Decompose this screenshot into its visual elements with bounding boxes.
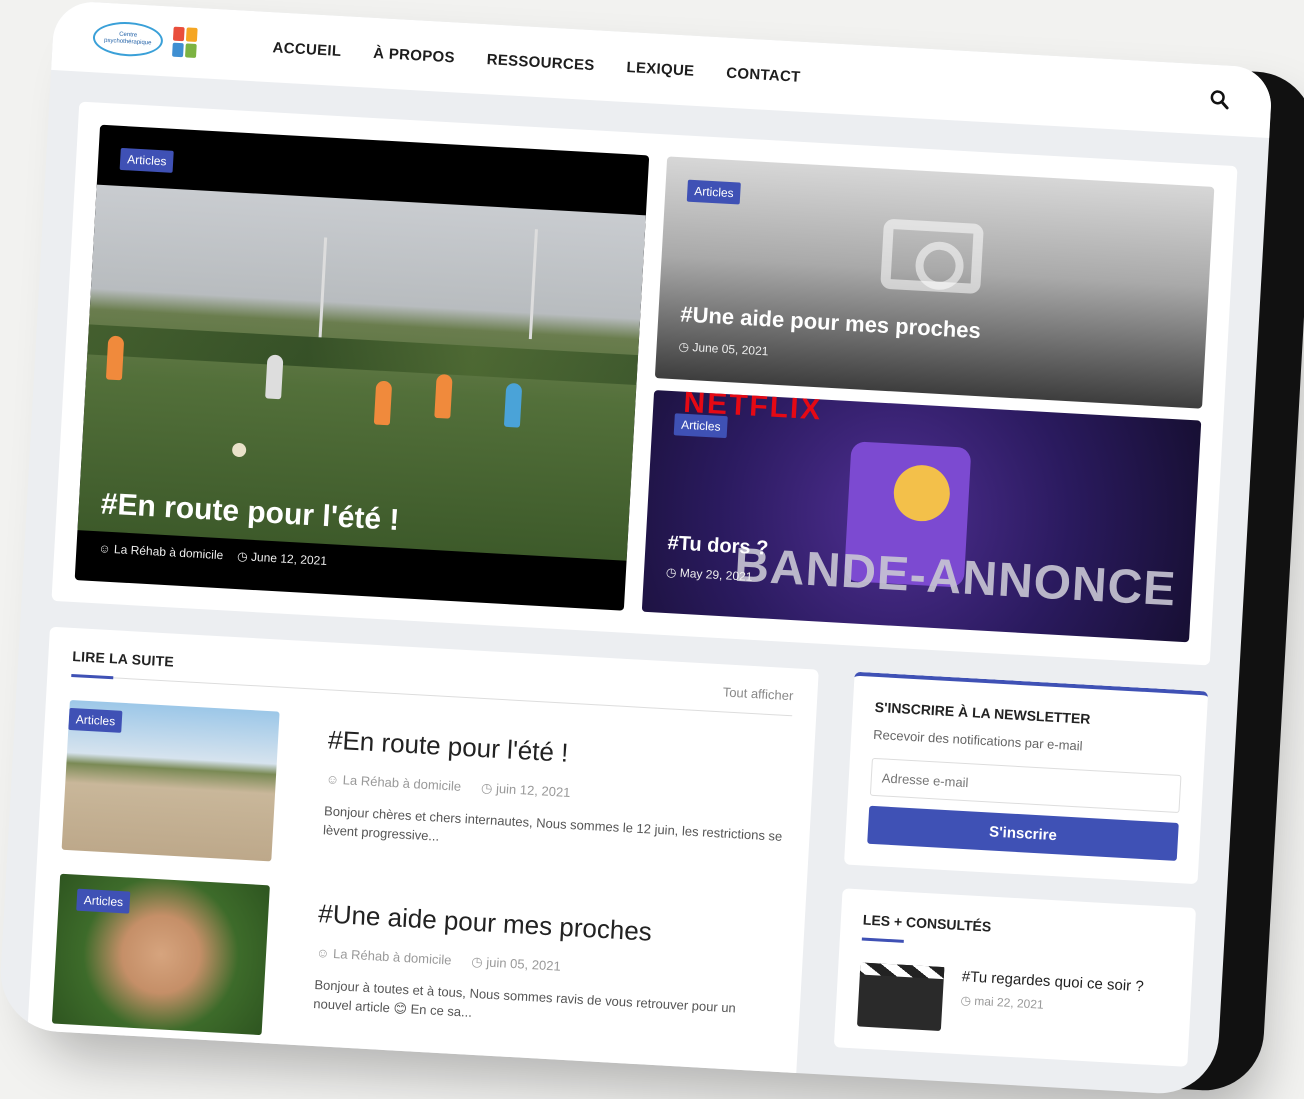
- nav-a-propos[interactable]: À PROPOS: [373, 44, 455, 66]
- featured-bottom-title[interactable]: #Tu dors ?: [667, 532, 769, 561]
- category-badge[interactable]: Articles: [119, 147, 175, 173]
- list-item[interactable]: Articles #Une aide pour mes proches ☺ La…: [51, 873, 781, 1064]
- post-excerpt: Bonjour chères et chers internautes, Nou…: [322, 803, 783, 844]
- title-underline: [71, 673, 114, 680]
- featured-main-meta: ☺ La Réhab à domicile ◷ June 12, 2021: [98, 541, 327, 568]
- title-underline: [861, 937, 904, 943]
- section-title: LIRE LA SUITE: [71, 648, 175, 670]
- post-thumbnail[interactable]: Articles: [61, 699, 280, 862]
- clock-icon: ◷ juin 05, 2021: [470, 953, 562, 974]
- content-area: LIRE LA SUITE Tout afficher Articles #En…: [26, 626, 1209, 1097]
- image-text-trailer: BANDE-ANNONCE: [733, 538, 1178, 617]
- logo-text: Centre psychothérapique: [103, 31, 152, 47]
- post-body: #En route pour l'été ! ☺ La Réhab à domi…: [321, 714, 791, 890]
- newsletter-subtitle: Recevoir des notifications par e-mail: [872, 726, 1083, 754]
- post-title[interactable]: #En route pour l'été !: [327, 724, 790, 781]
- camera-placeholder-icon: [880, 218, 984, 295]
- clock-icon: ◷ June 12, 2021: [236, 549, 328, 569]
- clock-icon: ◷ mai 22, 2021: [960, 993, 1045, 1012]
- featured-card-bottom[interactable]: NETFLIX BANDE-ANNONCE Articles #Tu dors …: [641, 390, 1202, 643]
- author-icon: ☺ La Réhab à domicile: [315, 945, 452, 968]
- clapperboard-image[interactable]: [856, 962, 945, 1032]
- browser-screen: Centre psychothérapique ACCUEIL À PROPOS…: [0, 0, 1274, 1097]
- author-icon: ☺ La Réhab à domicile: [325, 771, 462, 794]
- nav-lexique[interactable]: LEXIQUE: [626, 59, 695, 80]
- newsletter-title: S'INSCRIRE À LA NEWSLETTER: [874, 698, 1091, 727]
- post-title[interactable]: #Une aide pour mes proches: [318, 898, 781, 955]
- logo-emblem: Centre psychothérapique: [92, 20, 164, 59]
- category-badge[interactable]: Articles: [76, 888, 131, 914]
- post-thumbnail[interactable]: Articles: [51, 873, 270, 1036]
- featured-side: Articles #Une aide pour mes proches ◷ Ju…: [641, 156, 1215, 643]
- popular-widget: LES + CONSULTÉS #Tu regardes quoi ce soi…: [833, 888, 1197, 1067]
- popular-post-title[interactable]: #Tu regardes quoi ce soir ?: [961, 968, 1144, 995]
- partner-logo: [172, 26, 198, 58]
- search-icon[interactable]: [1209, 89, 1232, 112]
- read-more-section: LIRE LA SUITE Tout afficher Articles #En…: [26, 626, 819, 1090]
- featured-top-title[interactable]: #Une aide pour mes proches: [680, 301, 982, 344]
- featured-top-meta: ◷ June 05, 2021: [678, 339, 769, 358]
- category-badge[interactable]: Articles: [673, 413, 729, 439]
- nav-ressources[interactable]: RESSOURCES: [486, 51, 595, 74]
- list-item[interactable]: #Tu regardes quoi ce soir ? ◷ mai 22, 20…: [856, 962, 1170, 1043]
- clock-icon: ◷ June 05, 2021: [678, 339, 769, 359]
- post-body: #Une aide pour mes proches ☺ La Réhab à …: [311, 888, 781, 1064]
- see-all-link[interactable]: Tout afficher: [722, 684, 793, 703]
- post-excerpt: Bonjour à toutes et à tous, Nous sommes …: [312, 977, 737, 1020]
- popular-title: LES + CONSULTÉS: [862, 911, 992, 935]
- nav-contact[interactable]: CONTACT: [726, 64, 801, 85]
- nav-accueil[interactable]: ACCUEIL: [272, 39, 342, 60]
- main-nav: ACCUEIL À PROPOS RESSOURCES LEXIQUE CONT…: [272, 39, 801, 85]
- featured-main-card[interactable]: Articles #En route pour l'été ! ☺ La Réh…: [74, 124, 650, 611]
- subscribe-button[interactable]: S'inscrire: [867, 805, 1179, 861]
- author-icon: ☺ La Réhab à domicile: [98, 541, 224, 563]
- clock-icon: ◷ juin 12, 2021: [480, 780, 571, 800]
- category-badge[interactable]: Articles: [68, 707, 123, 733]
- site-logo[interactable]: Centre psychothérapique: [92, 20, 234, 62]
- featured-posts: Articles #En route pour l'été ! ☺ La Réh…: [51, 101, 1238, 666]
- email-field[interactable]: [869, 757, 1182, 814]
- featured-card-top[interactable]: Articles #Une aide pour mes proches ◷ Ju…: [654, 156, 1215, 409]
- sidebar: S'INSCRIRE À LA NEWSLETTER Recevoir des …: [831, 671, 1209, 1097]
- newsletter-widget: S'INSCRIRE À LA NEWSLETTER Recevoir des …: [843, 671, 1209, 885]
- list-item[interactable]: Articles #En route pour l'été ! ☺ La Réh…: [61, 699, 791, 890]
- category-badge[interactable]: Articles: [686, 179, 742, 205]
